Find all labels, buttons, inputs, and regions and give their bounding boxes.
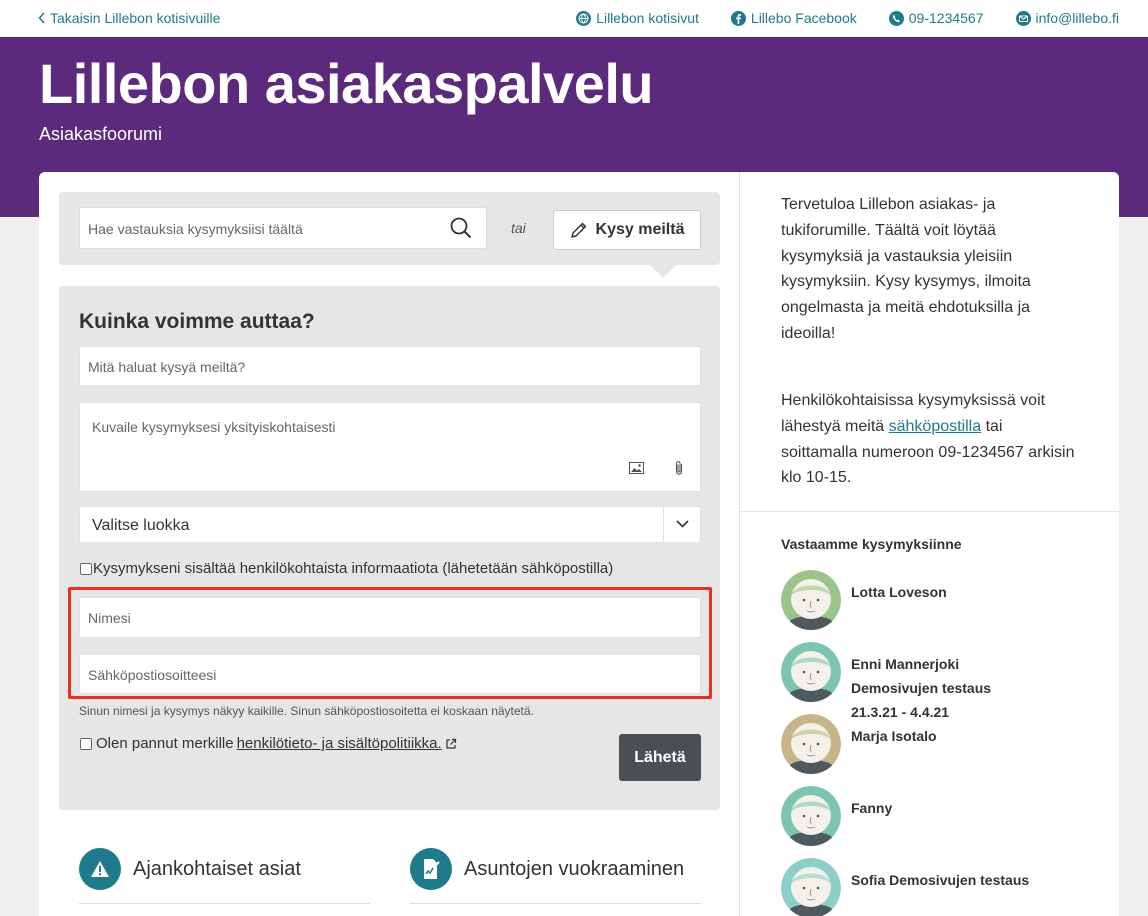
question-placeholder: Mitä haluat kysyä meiltä? xyxy=(88,359,246,375)
policy-link[interactable]: henkilötieto- ja sisältöpolitiikka. xyxy=(237,735,442,752)
private-info-option: Kysymykseni sisältää henkilökohtaista in… xyxy=(80,560,613,577)
details-textarea[interactable]: Kuvaile kysymyksesi yksityiskohtaisesti xyxy=(79,402,701,492)
pencil-icon xyxy=(570,222,586,238)
policy-option: Olen pannut merkille henkilötieto- ja si… xyxy=(80,735,457,752)
search-placeholder: Hae vastauksia kysymyksiisi täältä xyxy=(88,221,303,237)
homepage-link-label: Lillebon kotisivut xyxy=(596,10,699,26)
external-link-icon xyxy=(446,738,456,749)
avatar xyxy=(781,858,841,916)
ask-us-button[interactable]: Kysy meiltä xyxy=(553,210,701,250)
category-select[interactable]: Valitse luokka xyxy=(79,506,701,543)
panel-pointer xyxy=(649,264,677,278)
policy-checkbox[interactable] xyxy=(80,737,92,750)
avatar xyxy=(781,786,841,846)
agent-name: Sofia Demosivujen testaus xyxy=(851,872,1030,888)
privacy-note: Sinun nimesi ja kysymys näkyy kaikille. … xyxy=(79,704,534,718)
agent-item[interactable]: Fanny xyxy=(781,786,892,846)
phone-link[interactable]: 09-1234567 xyxy=(888,10,984,26)
agent-item[interactable]: Marja Isotalo xyxy=(781,714,937,774)
category-current-affairs-label: Ajankohtaiset asiat xyxy=(133,857,301,880)
phone-icon xyxy=(888,10,904,26)
back-link-label: Takaisin Lillebon kotisivuille xyxy=(50,10,221,26)
email-link-label: info@lillebo.fi xyxy=(1035,10,1119,26)
agent-item[interactable]: Enni Mannerjoki Demosivujen testaus 21.3… xyxy=(781,642,1011,724)
private-info-checkbox[interactable] xyxy=(80,562,92,575)
sidebar: Tervetuloa Lillebon asiakas- ja tukiforu… xyxy=(741,172,1119,916)
back-link[interactable]: Takaisin Lillebon kotisivuille xyxy=(38,10,220,26)
agent-name: Fanny xyxy=(851,800,893,816)
contract-icon xyxy=(410,848,452,890)
agent-name: Enni Mannerjoki Demosivujen testaus 21.3… xyxy=(851,656,992,720)
agent-item[interactable]: Lotta Loveson xyxy=(781,570,947,630)
search-panel: Hae vastauksia kysymyksiisi täältä tai K… xyxy=(59,192,720,265)
main-column: Hae vastauksia kysymyksiisi täältä tai K… xyxy=(39,172,740,916)
personal-contact-text: Henkilökohtaisissa kysymyksissä voit läh… xyxy=(781,388,1081,491)
or-label: tai xyxy=(511,220,526,236)
category-divider xyxy=(79,903,370,904)
chevron-left-icon xyxy=(38,12,45,24)
category-divider xyxy=(410,903,701,904)
category-dropdown-toggle[interactable] xyxy=(663,507,700,542)
send-button[interactable]: Lähetä xyxy=(619,734,701,781)
category-current-affairs[interactable]: Ajankohtaiset asiat xyxy=(79,848,301,890)
email-link[interactable]: info@lillebo.fi xyxy=(1015,10,1119,26)
sidebar-divider xyxy=(741,511,1119,512)
private-info-label: Kysymykseni sisältää henkilökohtaista in… xyxy=(93,560,614,577)
policy-prefix: Olen pannut merkille xyxy=(96,735,234,752)
mail-icon xyxy=(1015,10,1031,26)
content-card: Hae vastauksia kysymyksiisi täältä tai K… xyxy=(39,172,1119,916)
globe-icon xyxy=(576,10,592,26)
facebook-link[interactable]: Lillebo Facebook xyxy=(730,10,857,26)
facebook-icon xyxy=(730,10,746,26)
avatar xyxy=(781,714,841,774)
category-rental-label: Asuntojen vuokraaminen xyxy=(464,857,685,880)
ask-us-label: Kysy meiltä xyxy=(595,221,685,238)
agent-name: Lotta Loveson xyxy=(851,584,947,600)
facebook-link-label: Lillebo Facebook xyxy=(750,10,857,26)
agents-heading: Vastaamme kysymyksiinne xyxy=(781,536,962,552)
agent-item[interactable]: Sofia Demosivujen testaus xyxy=(781,858,1029,916)
warning-icon xyxy=(79,848,121,890)
homepage-link[interactable]: Lillebon kotisivut xyxy=(576,10,699,26)
top-bar: Takaisin Lillebon kotisivuille Lillebon … xyxy=(0,0,1148,37)
agent-name: Marja Isotalo xyxy=(851,728,937,744)
top-links: Lillebon kotisivut Lillebo Facebook 09-1… xyxy=(576,10,1119,26)
question-input[interactable]: Mitä haluat kysyä meiltä? xyxy=(79,346,701,386)
question-form: Kuinka voimme auttaa? Mitä haluat kysyä … xyxy=(59,286,720,810)
page-subtitle: Asiakasfoorumi xyxy=(39,124,163,144)
form-title: Kuinka voimme auttaa? xyxy=(79,310,315,333)
search-input[interactable]: Hae vastauksia kysymyksiisi täältä xyxy=(79,207,487,249)
avatar xyxy=(781,570,841,630)
phone-link-label: 09-1234567 xyxy=(908,10,984,26)
chevron-down-icon xyxy=(676,520,689,528)
email-contact-link[interactable]: sähköpostilla xyxy=(889,418,982,435)
welcome-text: Tervetuloa Lillebon asiakas- ja tukiforu… xyxy=(781,196,1031,342)
search-icon[interactable] xyxy=(450,217,472,239)
highlight-box xyxy=(68,587,712,699)
avatar xyxy=(781,642,841,702)
details-placeholder: Kuvaile kysymyksesi yksityiskohtaisesti xyxy=(92,419,336,435)
page-title: Lillebon asiakaspalvelu xyxy=(39,52,654,115)
category-rental[interactable]: Asuntojen vuokraaminen xyxy=(410,848,684,890)
image-icon[interactable] xyxy=(629,462,644,474)
attachment-icon[interactable] xyxy=(674,460,684,476)
category-value: Valitse luokka xyxy=(92,517,190,534)
